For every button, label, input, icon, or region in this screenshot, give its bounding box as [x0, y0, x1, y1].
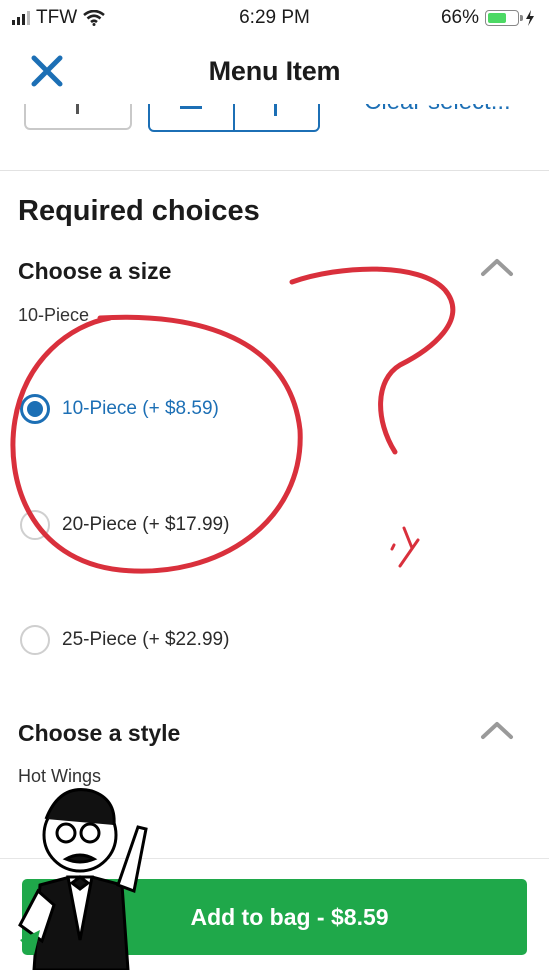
- quantity-row: Clear select...: [0, 104, 549, 138]
- plus-icon: [274, 104, 277, 116]
- status-bar: TFW 6:29 PM 66%: [0, 0, 549, 38]
- battery-percent: 66%: [440, 7, 479, 28]
- divider: [0, 170, 549, 171]
- group-title-style: Choose a style: [18, 720, 181, 746]
- radio-button[interactable]: [20, 394, 50, 424]
- page-title: Menu Item: [208, 56, 341, 86]
- quantity-field[interactable]: [24, 104, 132, 130]
- size-option-10-piece[interactable]: 10-Piece (+ $8.59): [20, 389, 219, 429]
- chevron-up-icon[interactable]: [480, 257, 514, 277]
- radio-button[interactable]: [20, 625, 50, 655]
- size-option-20-piece[interactable]: 20-Piece (+ $17.99): [20, 505, 229, 545]
- group-title-size: Choose a size: [18, 258, 172, 284]
- option-label: 20-Piece (+ $17.99): [62, 514, 230, 535]
- section-title: Required choices: [18, 195, 260, 227]
- battery-fill: [488, 13, 506, 23]
- group-selected-size: 10-Piece: [18, 305, 90, 325]
- decrement-button[interactable]: [150, 104, 233, 130]
- nav-bar: Menu Item: [0, 38, 549, 104]
- option-label: 25-Piece (+ $22.99): [62, 629, 230, 650]
- minus-icon: [180, 106, 202, 109]
- size-option-25-piece[interactable]: 25-Piece (+ $22.99): [20, 620, 229, 660]
- clear-selection-link[interactable]: Clear select...: [364, 104, 511, 116]
- quantity-stepper[interactable]: [148, 104, 320, 132]
- radio-button[interactable]: [20, 510, 50, 540]
- waiter-watermark-icon: [18, 788, 148, 970]
- charging-bolt-icon: [526, 10, 534, 26]
- battery-group: 66%: [441, 7, 535, 29]
- increment-button[interactable]: [233, 104, 318, 130]
- chevron-up-icon[interactable]: [480, 720, 514, 740]
- option-label: 10-Piece (+ $8.59): [62, 398, 219, 419]
- battery-icon: [485, 10, 523, 26]
- add-to-bag-label: Add to bag - $8.59: [190, 903, 389, 930]
